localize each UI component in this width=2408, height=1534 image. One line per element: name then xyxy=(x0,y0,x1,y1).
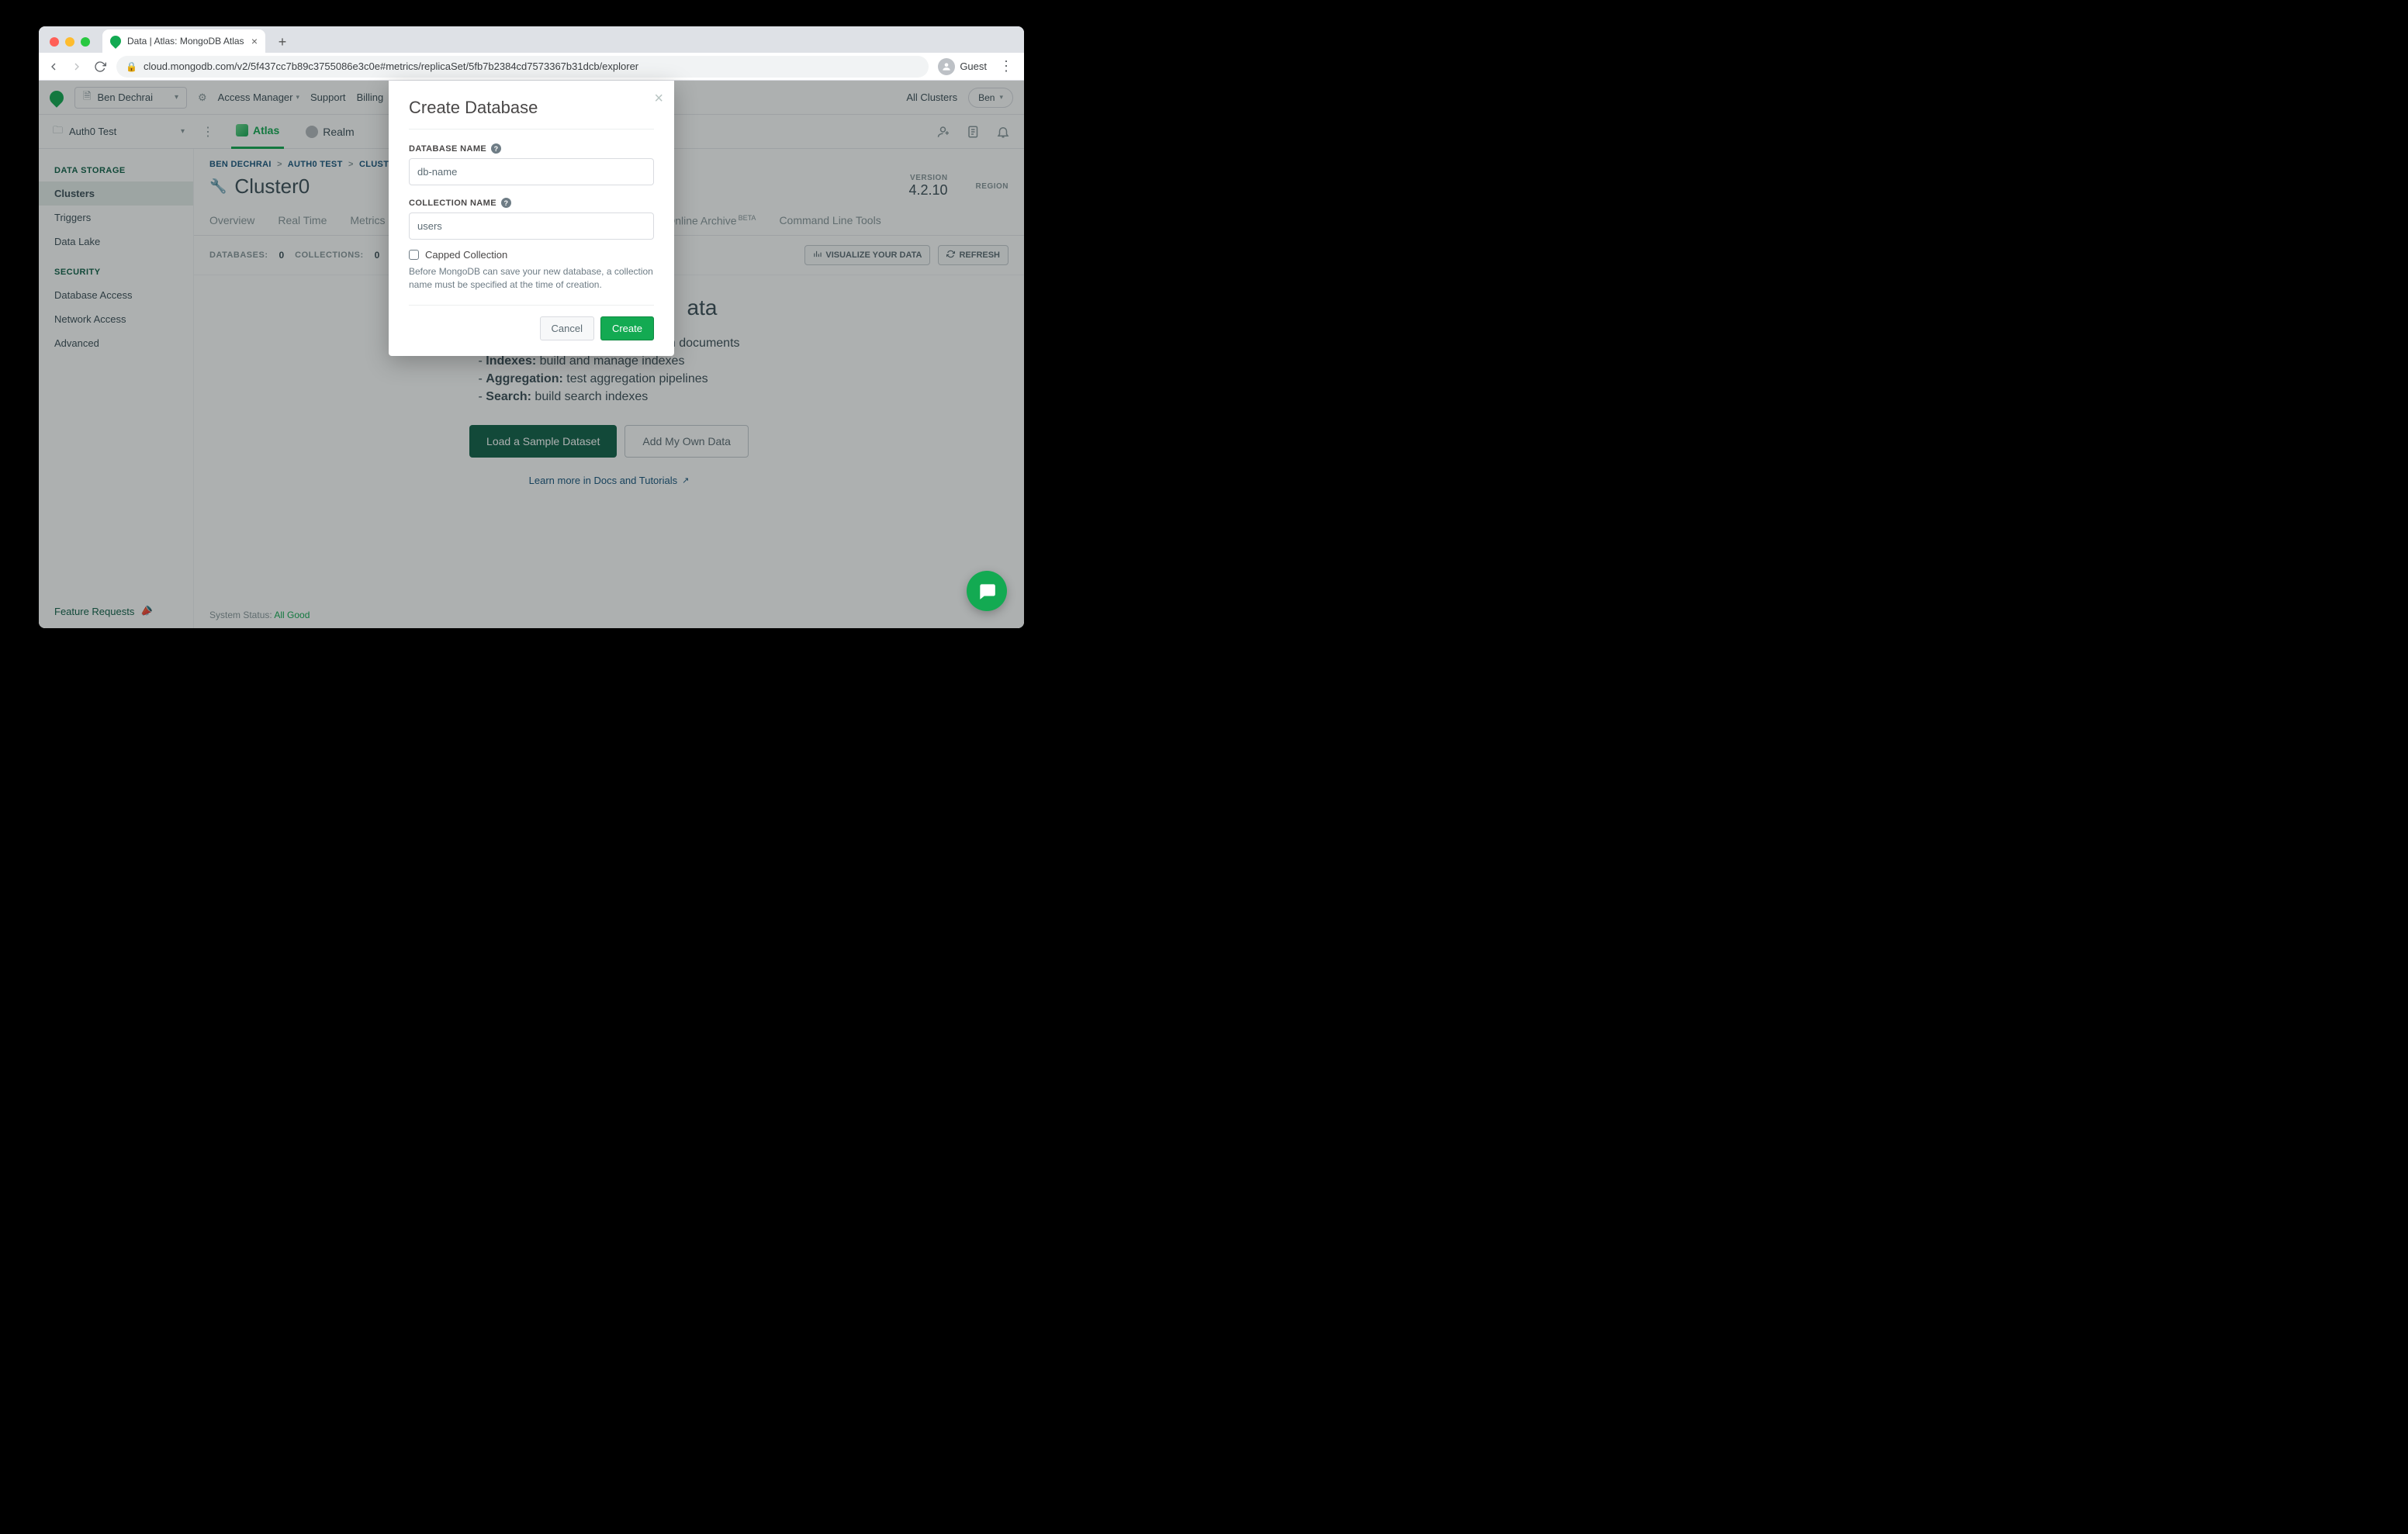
create-database-modal: × Create Database DATABASE NAME ? COLLEC… xyxy=(389,81,674,356)
chat-icon xyxy=(977,581,997,601)
browser-address-bar: 🔒 cloud.mongodb.com/v2/5f437cc7b89c37550… xyxy=(39,53,1024,81)
collection-name-label: COLLECTION NAME ? xyxy=(409,198,654,208)
checkbox-icon xyxy=(409,250,419,260)
minimize-window-icon[interactable] xyxy=(65,37,74,47)
close-tab-icon[interactable]: × xyxy=(251,35,258,47)
avatar-icon xyxy=(938,58,955,75)
browser-menu-icon[interactable]: ⋮ xyxy=(996,58,1016,74)
browser-tab-strip: Data | Atlas: MongoDB Atlas × + xyxy=(39,26,1024,53)
new-tab-button[interactable]: + xyxy=(272,31,293,53)
tab-title: Data | Atlas: MongoDB Atlas xyxy=(127,36,244,47)
mongodb-favicon-icon xyxy=(108,33,123,49)
url-input[interactable]: 🔒 cloud.mongodb.com/v2/5f437cc7b89c37550… xyxy=(116,56,929,78)
close-window-icon[interactable] xyxy=(50,37,59,47)
lock-icon: 🔒 xyxy=(126,61,137,72)
capped-collection-checkbox[interactable]: Capped Collection xyxy=(409,249,654,261)
cancel-button[interactable]: Cancel xyxy=(540,316,594,340)
browser-tab[interactable]: Data | Atlas: MongoDB Atlas × xyxy=(102,29,265,53)
collection-name-input[interactable] xyxy=(409,212,654,240)
url-text: cloud.mongodb.com/v2/5f437cc7b89c3755086… xyxy=(144,60,638,72)
create-button[interactable]: Create xyxy=(600,316,654,340)
back-icon[interactable] xyxy=(47,60,61,74)
forward-icon[interactable] xyxy=(70,60,84,74)
help-icon[interactable]: ? xyxy=(491,143,501,154)
help-icon[interactable]: ? xyxy=(501,198,511,208)
modal-title: Create Database xyxy=(409,98,654,118)
modal-description: Before MongoDB can save your new databas… xyxy=(409,265,654,292)
app-root: 🗎 Ben Dechrai ▾ ⚙ Access Manager ▾ Suppo… xyxy=(39,81,1024,628)
database-name-label: DATABASE NAME ? xyxy=(409,143,654,154)
browser-profile-chip[interactable]: Guest xyxy=(938,58,987,75)
intercom-chat-button[interactable] xyxy=(967,571,1007,611)
reload-icon[interactable] xyxy=(93,60,107,74)
window-controls xyxy=(45,37,95,53)
database-name-input[interactable] xyxy=(409,158,654,185)
profile-label: Guest xyxy=(960,60,987,72)
modal-close-icon[interactable]: × xyxy=(654,90,663,108)
browser-window: Data | Atlas: MongoDB Atlas × + 🔒 cloud.… xyxy=(39,26,1024,628)
modal-actions: Cancel Create xyxy=(409,316,654,340)
maximize-window-icon[interactable] xyxy=(81,37,90,47)
